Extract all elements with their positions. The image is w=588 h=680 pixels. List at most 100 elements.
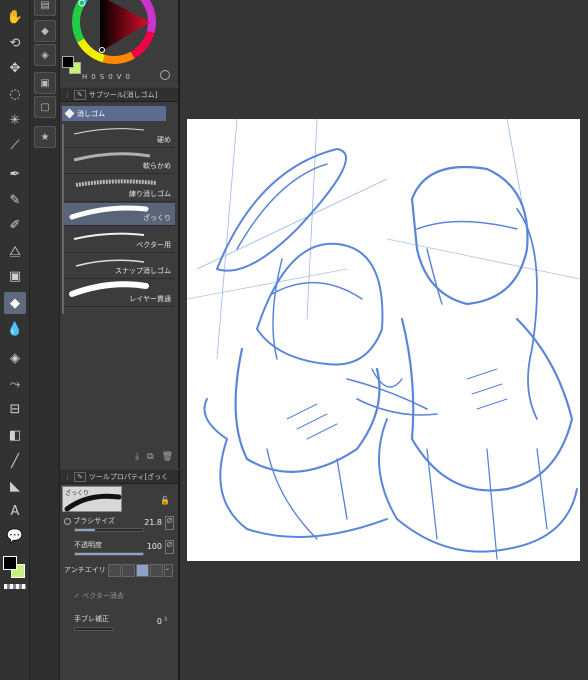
h-value: 0 [91, 73, 96, 81]
download-icon[interactable]: ⤓ [135, 452, 139, 462]
lock-icon[interactable]: 🔓 [160, 496, 170, 505]
stabilize-value[interactable]: 0 [157, 617, 162, 626]
brush-size-fill [75, 529, 96, 531]
tool-property-panel: ⋮ ✎ ツールプロパティ[ざっく ざっくり 🔓 ブラシサイズ 21.8 ∅ 不透… [60, 470, 179, 680]
figure-icon[interactable]: ◧ [4, 424, 26, 446]
s-label: S [99, 73, 105, 81]
fg-color-swatch[interactable] [3, 556, 17, 570]
transparent-color-swatch[interactable] [4, 584, 26, 589]
pencil-icon[interactable]: ✎ [4, 189, 26, 211]
subtool-group-label: 消しゴム [77, 109, 105, 118]
brush-size-value[interactable]: 21.8 [144, 518, 162, 527]
subtool-menu-icon[interactable]: ✎ [74, 89, 86, 100]
duplicate-icon[interactable]: ⧉ [147, 452, 153, 462]
ruler-icon[interactable]: ◣ [4, 475, 26, 497]
lasso-icon[interactable]: ◌ [4, 83, 26, 105]
rotate-icon[interactable]: ⟲ [4, 32, 26, 54]
opacity-slider[interactable] [74, 552, 144, 556]
frame-icon[interactable]: ⊟ [4, 398, 26, 420]
brush-size-plus-icon[interactable] [64, 517, 71, 525]
grip-icon[interactable]: ⋮ [64, 473, 71, 481]
eraser-sub-icon[interactable]: ◈ [34, 44, 56, 66]
brush-label: 軟らかめ [143, 162, 171, 170]
trash-icon[interactable]: 🗑 [162, 452, 173, 462]
opacity-pressure-icon[interactable]: ∅ [165, 540, 174, 554]
hsv-readout: H 0 S 0 V 0 [82, 73, 130, 81]
brush-item-vector[interactable]: ベクター用 [64, 227, 175, 253]
brush-label: 硬め [157, 136, 171, 144]
airbrush-icon[interactable]: ⧋ [4, 240, 26, 262]
stabilize-row: 手ブレ補正 0 ⇕ [64, 614, 176, 632]
pen-icon[interactable]: ✒ [4, 163, 26, 185]
brush-label: レイヤー貫通 [129, 295, 171, 303]
brush-item-rough[interactable]: ざっくり [64, 203, 175, 226]
brush-size-slider[interactable] [74, 528, 144, 532]
antialias-medium[interactable] [136, 564, 149, 577]
tool-property-title: ツールプロパティ[ざっく [88, 472, 169, 481]
blend-icon[interactable]: 💧 [4, 318, 26, 340]
stabilize-label: 手ブレ補正 [74, 615, 109, 623]
brush-item-snap[interactable]: スナップ消しゴム [64, 254, 175, 279]
brush-label: 練り消しゴム [129, 190, 171, 198]
line-icon[interactable]: ╱ [4, 450, 26, 472]
text-icon[interactable]: A [4, 500, 26, 522]
stabilize-stepper-icon[interactable]: ⇕ [163, 616, 168, 623]
stabilize-slider[interactable] [74, 627, 114, 631]
subtool-header: ⋮ ✎ サブツール[消しゴム] [60, 88, 178, 102]
brush-label: スナップ消しゴム [115, 267, 171, 275]
subtool-tab-icon[interactable]: ◆ [34, 20, 56, 42]
magic-wand-icon[interactable]: ✳ [4, 109, 26, 131]
brush-label: ベクター用 [136, 241, 171, 249]
opacity-row: 不透明度 100 ∅ [64, 540, 176, 558]
color-mode-icon[interactable] [160, 70, 170, 80]
left-toolbar: ✋ ⟲ ✥ ◌ ✳ ⟋ ✒ ✎ ✐ ⧋ ▣ ◆ 💧 ◈ ⤳ ⊟ ◧ ╱ ◣ A … [0, 0, 30, 680]
antialias-none[interactable] [108, 564, 121, 577]
antialias-weak[interactable] [122, 564, 135, 577]
balloon-icon[interactable]: 💬 [4, 525, 26, 547]
opacity-value[interactable]: 100 [147, 542, 162, 551]
brush-icon[interactable]: ✐ [4, 214, 26, 236]
subtool-title: サブツール[消しゴム] [88, 90, 158, 99]
pressure-icon[interactable]: ∅ [165, 516, 174, 530]
dock-strip: ▤ ◆ ◈ ▣ ▢ ★ [30, 0, 60, 680]
brush-label: ざっくり [143, 214, 171, 222]
star-icon[interactable]: ★ [34, 126, 56, 148]
eraser-icon[interactable]: ◆ [4, 292, 26, 314]
antialias-strong[interactable] [150, 564, 163, 577]
antialias-dropdown-icon[interactable]: ⌄ [164, 564, 173, 577]
hand-icon[interactable]: ✋ [4, 6, 26, 28]
antialias-row: アンチエイリ ⌄ [64, 564, 176, 581]
brush-size-label: ブラシサイズ [73, 517, 115, 525]
subtool-panel: ⋮ ✎ サブツール[消しゴム] 消しゴム 硬め 軟らかめ 練り消しゴム ざっくり… [60, 88, 179, 468]
s-value: 0 [108, 73, 113, 81]
drawing-canvas[interactable] [187, 119, 580, 561]
navigator-icon[interactable]: ▤ [34, 0, 56, 16]
v-value: 0 [125, 73, 130, 81]
color-wheel-panel: H 0 S 0 V 0 [60, 0, 179, 86]
property-menu-icon[interactable]: ✎ [74, 471, 86, 482]
opacity-label: 不透明度 [74, 541, 102, 549]
vector-erase-check-icon[interactable]: ✓ [74, 592, 80, 600]
move-icon[interactable]: ✥ [4, 57, 26, 79]
brush-item-hard[interactable]: 硬め [64, 124, 175, 148]
eyedropper-icon[interactable]: ⟋ [4, 134, 26, 156]
layer-sub-icon[interactable]: ▢ [34, 96, 56, 118]
subtool-group-eraser[interactable]: 消しゴム [62, 106, 166, 121]
brush-item-through-layer[interactable]: レイヤー貫通 [64, 280, 175, 307]
eraser-icon [64, 108, 75, 119]
subtool-footer: ⤓ ⧉ 🗑 [60, 448, 179, 466]
gradient-icon[interactable]: ⤳ [4, 373, 26, 395]
layer-icon[interactable]: ▣ [34, 72, 56, 94]
grip-icon[interactable]: ⋮ [64, 91, 71, 99]
vector-erase-label: ベクター消去 [82, 592, 124, 600]
h-label: H [82, 73, 88, 81]
brush-item-kneaded[interactable]: 練り消しゴム [64, 175, 175, 202]
brush-item-soft[interactable]: 軟らかめ [64, 148, 175, 174]
color-fg-chip[interactable] [62, 56, 74, 68]
fill-icon[interactable]: ◈ [4, 347, 26, 369]
decoration-icon[interactable]: ▣ [4, 265, 26, 287]
brush-size-row: ブラシサイズ 21.8 ∅ [64, 516, 176, 534]
v-label: V [116, 73, 122, 81]
tool-property-header: ⋮ ✎ ツールプロパティ[ざっく [60, 470, 178, 484]
opacity-fill [75, 553, 143, 555]
